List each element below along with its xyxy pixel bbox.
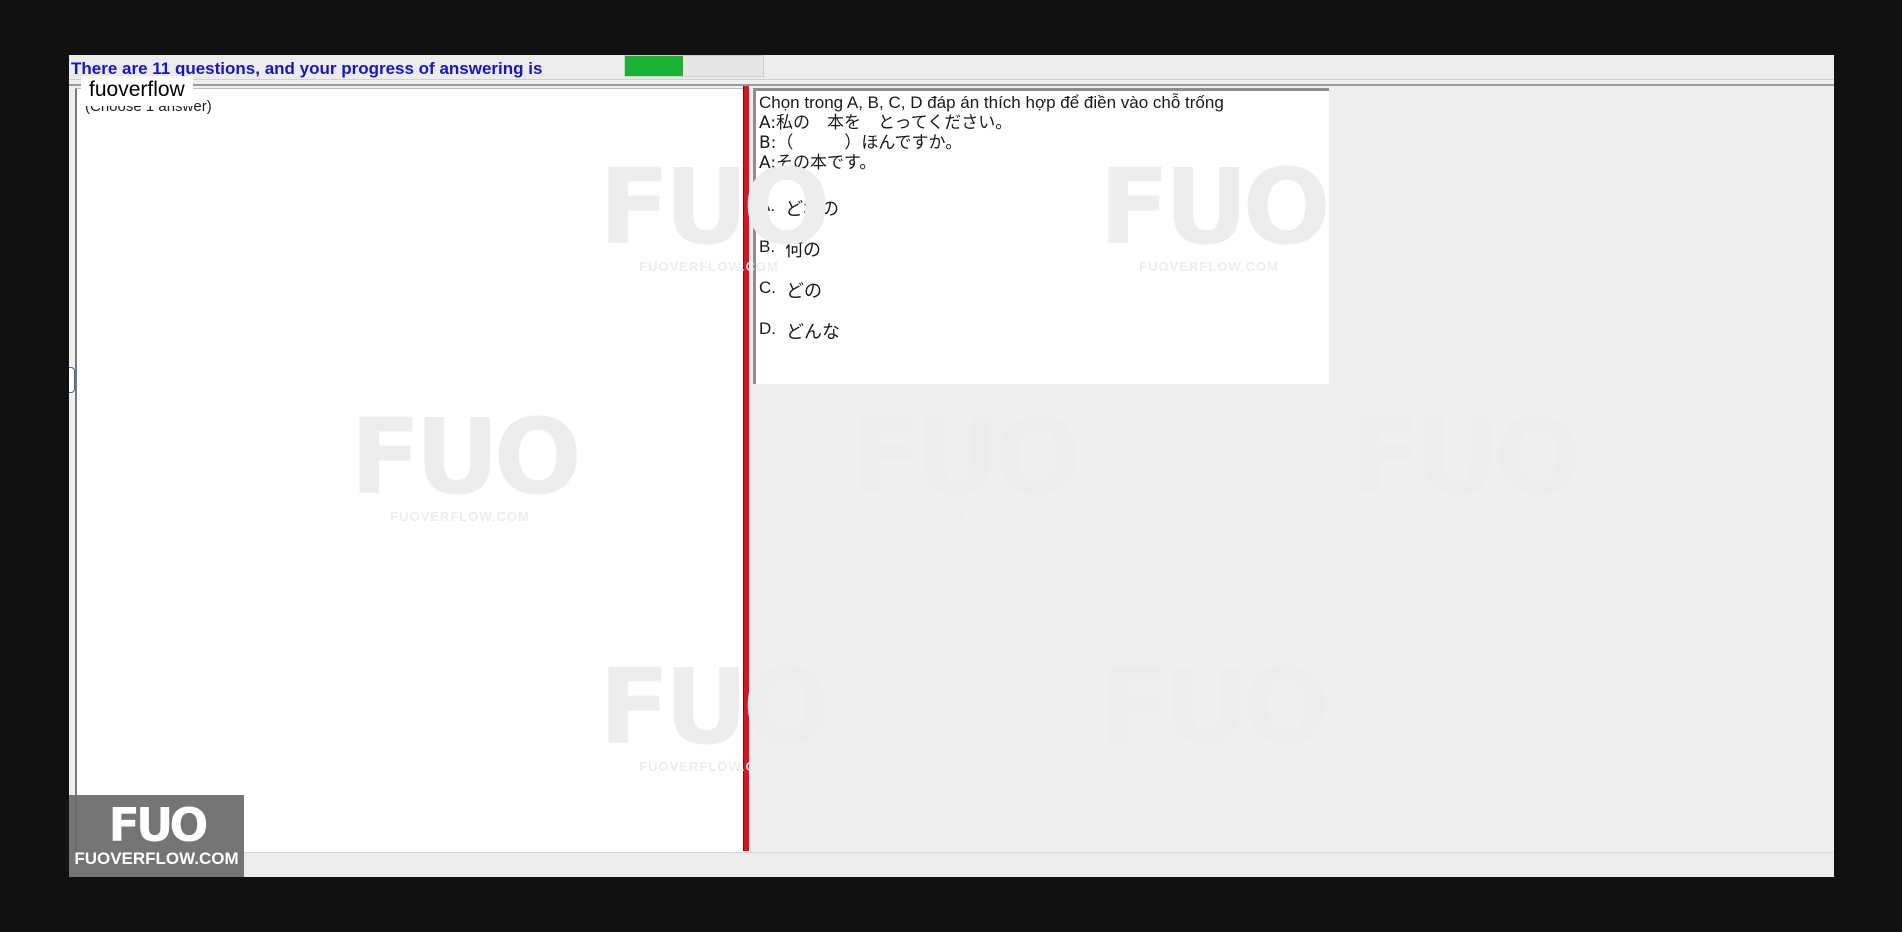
option-letter: D.: [759, 319, 776, 338]
option-text: どんな: [786, 322, 840, 343]
option-letter: B.: [759, 237, 776, 256]
answer-options: A. どれの B. 何の C. どの D. どんな: [759, 195, 1326, 359]
option-b[interactable]: B. 何の: [759, 236, 1326, 277]
option-c[interactable]: C. どの: [759, 277, 1326, 318]
watermark-text: FUOVERFLOW.COM: [890, 509, 1030, 524]
status-bar: [69, 852, 1834, 877]
progress-header: There are 11 questions, and your progres…: [69, 55, 1834, 80]
watermark: FUO FUOVERFLOW.COM: [850, 396, 1082, 524]
panel-collapse-handle[interactable]: [69, 367, 75, 393]
option-letter: C.: [759, 278, 776, 297]
panel-splitter[interactable]: [743, 86, 749, 851]
watermark-logo: FUO: [850, 396, 1082, 518]
dialog-line-1: A:私の 本を とってください。: [759, 113, 1013, 133]
header-separator: [69, 84, 1834, 86]
exam-window: There are 11 questions, and your progres…: [69, 55, 1834, 877]
watermark-logo: FUO: [1350, 396, 1582, 518]
option-a[interactable]: A. どれの: [759, 195, 1326, 236]
fuoverflow-logo: FUO FUOVERFLOW.COM: [69, 795, 244, 877]
dialog-line-2: B:（ ）ほんですか。: [759, 133, 963, 153]
logo-mark: FUO: [108, 798, 209, 852]
option-letter: A.: [759, 196, 776, 215]
option-text: どれの: [785, 199, 840, 220]
progress-bar: [624, 55, 764, 77]
question-content-panel: Chọn trong A, B, C, D đáp án thích hợp đ…: [753, 88, 1329, 384]
option-d[interactable]: D. どんな: [759, 318, 1326, 359]
option-text: どの: [786, 281, 822, 302]
watermark-text: FUOVERFLOW.COM: [1390, 509, 1530, 524]
site-label: fuoverflow: [81, 76, 193, 106]
question-list-panel[interactable]: (Choose 1 answer): [75, 88, 746, 852]
progress-bar-fill: [625, 56, 683, 76]
logo-text: FUOVERFLOW.COM: [74, 849, 239, 868]
dialog-line-3: A:その本です。: [759, 153, 877, 173]
watermark-logo: FUO: [1099, 646, 1331, 768]
question-instruction: Chọn trong A, B, C, D đáp án thích hợp đ…: [759, 93, 1224, 112]
watermark-text: FUOVERFLOW.COM: [1139, 759, 1279, 774]
option-text: 何の: [785, 240, 822, 261]
watermark: FUO FUOVERFLOW.COM: [1350, 396, 1582, 524]
watermark: FUO FUOVERFLOW.COM: [1099, 646, 1331, 774]
